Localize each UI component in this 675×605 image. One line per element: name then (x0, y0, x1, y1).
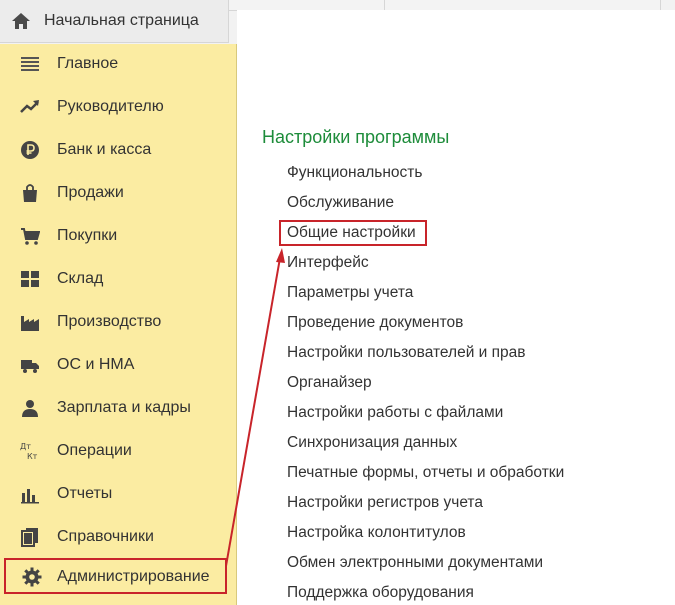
sidebar-item-label: Банк и касса (57, 141, 152, 158)
home-tab-label: Начальная страница (44, 12, 199, 29)
bar-chart-icon (20, 484, 40, 504)
sidebar-item-label: Операции (57, 442, 132, 459)
dt-kt-icon-text: Кт (27, 452, 38, 461)
dt-kt-icon-text: Дт (20, 442, 31, 451)
sidebar-item-label: Зарплата и кадры (57, 399, 191, 416)
link-maintenance[interactable]: Обслуживание (287, 194, 394, 212)
factory-icon (20, 312, 40, 332)
link-organizer[interactable]: Органайзер (287, 374, 372, 392)
sidebar-item-label: Справочники (57, 528, 154, 545)
link-functionality[interactable]: Функциональность (287, 164, 422, 182)
sidebar-item-catalogs[interactable]: Справочники (0, 517, 236, 557)
ruble-coin-icon (20, 140, 40, 160)
home-icon (11, 12, 31, 30)
link-equipment-support[interactable]: Поддержка оборудования (287, 584, 474, 602)
link-accounting-parameters[interactable]: Параметры учета (287, 284, 413, 302)
link-users-and-rights[interactable]: Настройки пользователей и прав (287, 344, 526, 362)
link-print-forms[interactable]: Печатные формы, отчеты и обработки (287, 464, 564, 482)
shopping-bag-icon (20, 183, 40, 203)
sidebar-item-label: Руководителю (57, 98, 164, 115)
sidebar-item-payroll[interactable]: Зарплата и кадры (0, 388, 236, 428)
link-data-sync[interactable]: Синхронизация данных (287, 434, 457, 452)
sidebar-item-administration[interactable]: Администрирование (4, 558, 227, 594)
sidebar-item-reports[interactable]: Отчеты (0, 474, 236, 514)
cart-icon (20, 226, 41, 246)
sidebar-item-sales[interactable]: Продажи (0, 173, 236, 213)
warehouse-grid-icon (20, 269, 40, 289)
menu-lines-icon (20, 54, 40, 74)
sidebar-item-label: Главное (57, 55, 119, 72)
highlight-box (279, 220, 427, 246)
sidebar-item-fixed-assets[interactable]: ОС и НМА (0, 345, 236, 385)
person-icon (20, 398, 40, 418)
sidebar-item-warehouse[interactable]: Склад (0, 259, 236, 299)
sidebar-item-main[interactable]: Главное (0, 44, 236, 84)
link-edi-exchange[interactable]: Обмен электронными документами (287, 554, 543, 572)
section-title: Настройки программы (262, 127, 450, 147)
truck-icon (20, 355, 40, 375)
sidebar-item-purchases[interactable]: Покупки (0, 216, 236, 256)
sidebar-item-production[interactable]: Производство (0, 302, 236, 342)
sidebar-item-label: Администрирование (57, 568, 210, 585)
link-document-posting[interactable]: Проведение документов (287, 314, 463, 332)
sidebar-item-manager[interactable]: Руководителю (0, 87, 236, 127)
gear-icon (22, 567, 42, 587)
main-content (237, 10, 675, 605)
home-tab[interactable]: Начальная страница (0, 0, 229, 43)
sidebar-item-operations[interactable]: Дт Кт Операции (0, 431, 236, 471)
link-accounting-registers[interactable]: Настройки регистров учета (287, 494, 483, 512)
sidebar-item-label: Склад (57, 270, 104, 287)
books-icon (20, 527, 40, 547)
sidebar-item-label: Продажи (57, 184, 124, 201)
sidebar-item-label: ОС и НМА (57, 356, 135, 373)
link-interface[interactable]: Интерфейс (287, 254, 369, 272)
link-file-settings[interactable]: Настройки работы с файлами (287, 404, 503, 422)
link-headers-footers[interactable]: Настройка колонтитулов (287, 524, 466, 542)
dt-kt-icon: Дт Кт (20, 441, 40, 461)
sidebar-item-label: Отчеты (57, 485, 113, 502)
sidebar-item-bank[interactable]: Банк и касса (0, 130, 236, 170)
trend-up-icon (20, 97, 40, 117)
sidebar-item-label: Покупки (57, 227, 118, 244)
sidebar: Главное Руководителю Банк и касса Продаж… (0, 44, 237, 605)
sidebar-item-label: Производство (57, 313, 162, 330)
